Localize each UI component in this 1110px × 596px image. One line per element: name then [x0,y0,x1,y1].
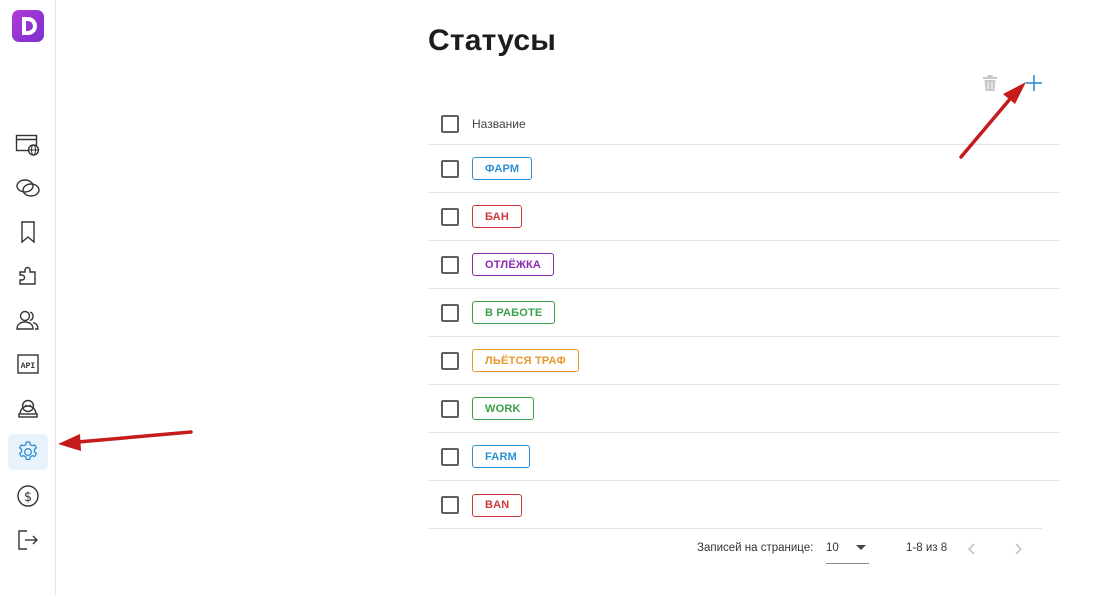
rows-per-page-select[interactable]: 10 [826,536,869,564]
chevron-left-icon [967,543,975,555]
dollar-coin-icon: $ [17,485,39,507]
next-page-button[interactable] [1008,539,1028,559]
status-badge[interactable]: FARM [472,445,530,468]
page-title: Статусы [428,24,557,57]
trash-icon [983,75,997,91]
table-row[interactable]: ФАРМ [428,145,1060,193]
row-checkbox[interactable] [441,303,459,322]
table-row[interactable]: BAN [428,481,1060,529]
bookmark-icon [21,221,35,244]
nav-item-bookmarks[interactable] [8,214,48,250]
delete-button[interactable] [977,70,1003,96]
table-row[interactable]: ОТЛЁЖКА [428,241,1060,289]
status-badge[interactable]: ЛЬЁТСЯ ТРАФ [472,349,579,372]
nav-item-extensions[interactable] [8,258,48,294]
row-checkbox[interactable] [441,447,459,466]
browser-globe-icon [15,134,40,156]
svg-text:$: $ [24,490,32,505]
nav-item-logout[interactable] [8,522,48,558]
plus-icon [1026,75,1042,91]
logo-d-icon [22,17,37,35]
nav-item-team[interactable] [8,302,48,338]
nav-item-automation[interactable] [8,390,48,426]
add-status-button[interactable] [1021,70,1047,96]
status-badge[interactable]: WORK [472,397,534,420]
statuses-table: Название ФАРМ БАН ОТЛЁЖКА В РАБОТЕ ЛЬЁТСЯ ТР… [428,104,1060,529]
row-checkbox[interactable] [441,255,459,274]
rows-per-page-value: 10 [826,542,839,554]
table-row[interactable]: ЛЬЁТСЯ ТРАФ [428,337,1060,385]
app-logo[interactable] [12,10,44,42]
chevron-right-icon [1015,543,1023,555]
column-header-name: Название [472,117,526,131]
row-checkbox[interactable] [441,399,459,418]
status-badge[interactable]: BAN [472,493,523,517]
select-all-checkbox[interactable] [441,115,459,133]
nav-item-browsers[interactable] [8,127,48,163]
chevron-down-icon [856,545,866,550]
nav-item-proxies[interactable] [8,170,48,206]
status-badge[interactable]: ОТЛЁЖКА [472,253,555,276]
status-badge[interactable]: БАН [472,205,522,228]
status-badge[interactable]: В РАБОТЕ [472,301,556,324]
table-row[interactable]: В РАБОТЕ [428,289,1060,337]
nav-item-settings[interactable] [8,434,48,470]
nav-item-api[interactable]: API [8,346,48,382]
table-header: Название [428,104,1060,145]
link-rings-icon [16,179,40,197]
users-icon [16,310,39,330]
row-checkbox[interactable] [441,351,459,370]
nav-item-billing[interactable]: $ [8,478,48,514]
row-checkbox[interactable] [441,159,459,178]
pagination: Записей на странице: 10 1-8 из 8 [428,536,1060,564]
rows-per-page-label: Записей на странице: [697,542,814,554]
api-icon-label: API [21,362,36,371]
row-checkbox[interactable] [441,207,459,226]
logout-icon [18,530,38,550]
table-row[interactable]: БАН [428,193,1060,241]
pagination-range: 1-8 из 8 [906,542,948,554]
table-row[interactable]: WORK [428,385,1060,433]
sidebar: API $ [0,0,56,596]
status-badge[interactable]: ФАРМ [472,157,533,180]
table-row[interactable]: FARM [428,433,1060,481]
arrow-to-settings [58,430,193,451]
api-icon: API [17,354,39,374]
gear-icon [18,441,38,461]
puzzle-icon [19,266,36,285]
previous-page-button[interactable] [962,539,982,559]
robot-icon [18,399,38,418]
row-checkbox[interactable] [441,496,459,514]
table-footer-divider [428,528,1042,529]
